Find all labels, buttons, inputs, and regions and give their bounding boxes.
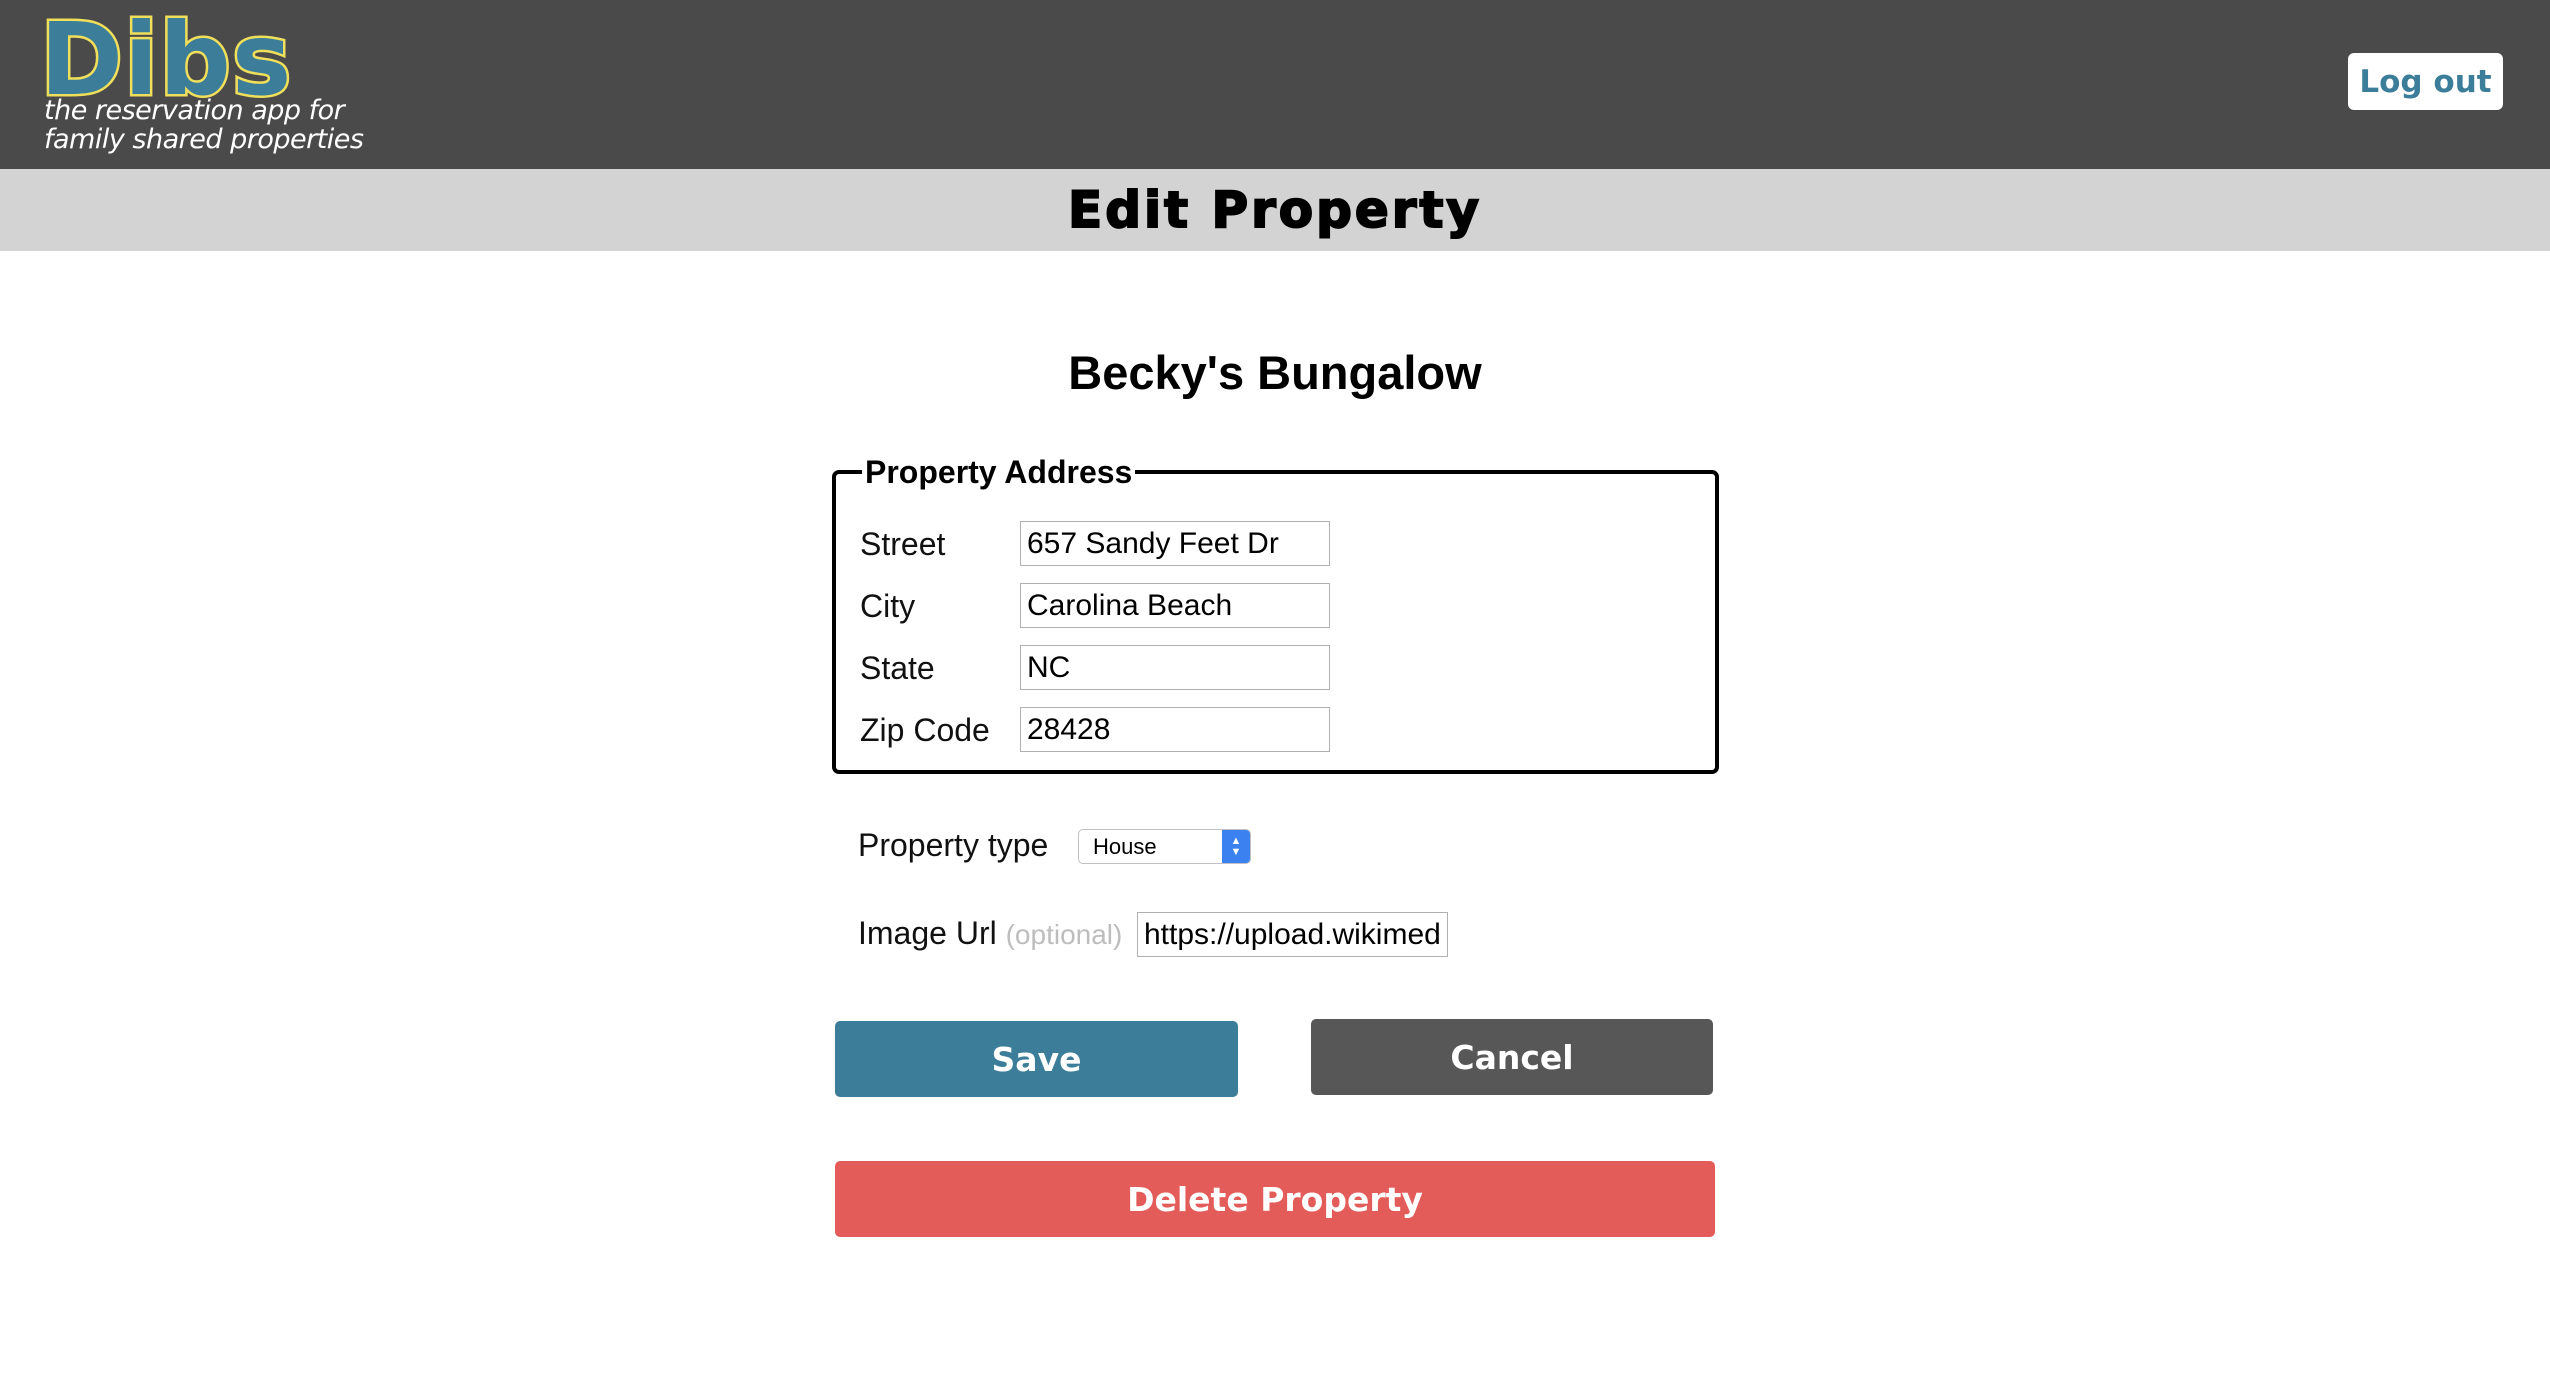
page-title-bar: Edit Property (0, 169, 2550, 251)
street-input[interactable] (1020, 521, 1330, 566)
logout-button[interactable]: Log out (2348, 53, 2503, 110)
city-input[interactable] (1020, 583, 1330, 628)
property-name-heading: Becky's Bungalow (1068, 346, 1482, 399)
state-label: State (860, 650, 935, 686)
delete-property-button[interactable]: Delete Property (835, 1161, 1715, 1237)
cancel-button[interactable]: Cancel (1311, 1019, 1713, 1095)
chevron-updown-icon: ▲ ▼ (1222, 830, 1250, 863)
street-row: Street (860, 521, 1680, 567)
property-type-select[interactable]: House ▲ ▼ (1078, 829, 1251, 864)
zip-code-row: Zip Code (860, 707, 1680, 753)
property-address-fieldset: Property Address Street City State Zip C… (832, 454, 1719, 774)
state-row: State (860, 645, 1680, 691)
tagline-line-2: family shared properties (44, 124, 364, 155)
image-url-label: Image Url (optional) (858, 908, 1122, 960)
city-label: City (860, 588, 916, 624)
dibs-logo[interactable]: Dibs the reservation app for family shar… (37, 7, 363, 160)
save-button[interactable]: Save (835, 1021, 1238, 1097)
image-url-optional-note: (optional) (1005, 919, 1123, 950)
city-row: City (860, 583, 1680, 629)
property-type-label: Property type (858, 827, 1049, 863)
image-url-label-text: Image Url (858, 915, 997, 951)
tagline-line-1: the reservation app for (44, 95, 345, 126)
app-header: Dibs the reservation app for family shar… (0, 0, 2550, 169)
state-input[interactable] (1020, 645, 1330, 690)
image-url-input[interactable] (1137, 912, 1448, 957)
street-label: Street (860, 526, 946, 562)
zip-code-label: Zip Code (860, 712, 990, 748)
fieldset-legend: Property Address (862, 454, 1136, 490)
property-type-value: House (1093, 833, 1157, 859)
zip-code-input[interactable] (1020, 707, 1330, 752)
page-title: Edit Property (1067, 180, 1482, 240)
logo-tagline: the reservation app for family shared pr… (44, 96, 374, 154)
